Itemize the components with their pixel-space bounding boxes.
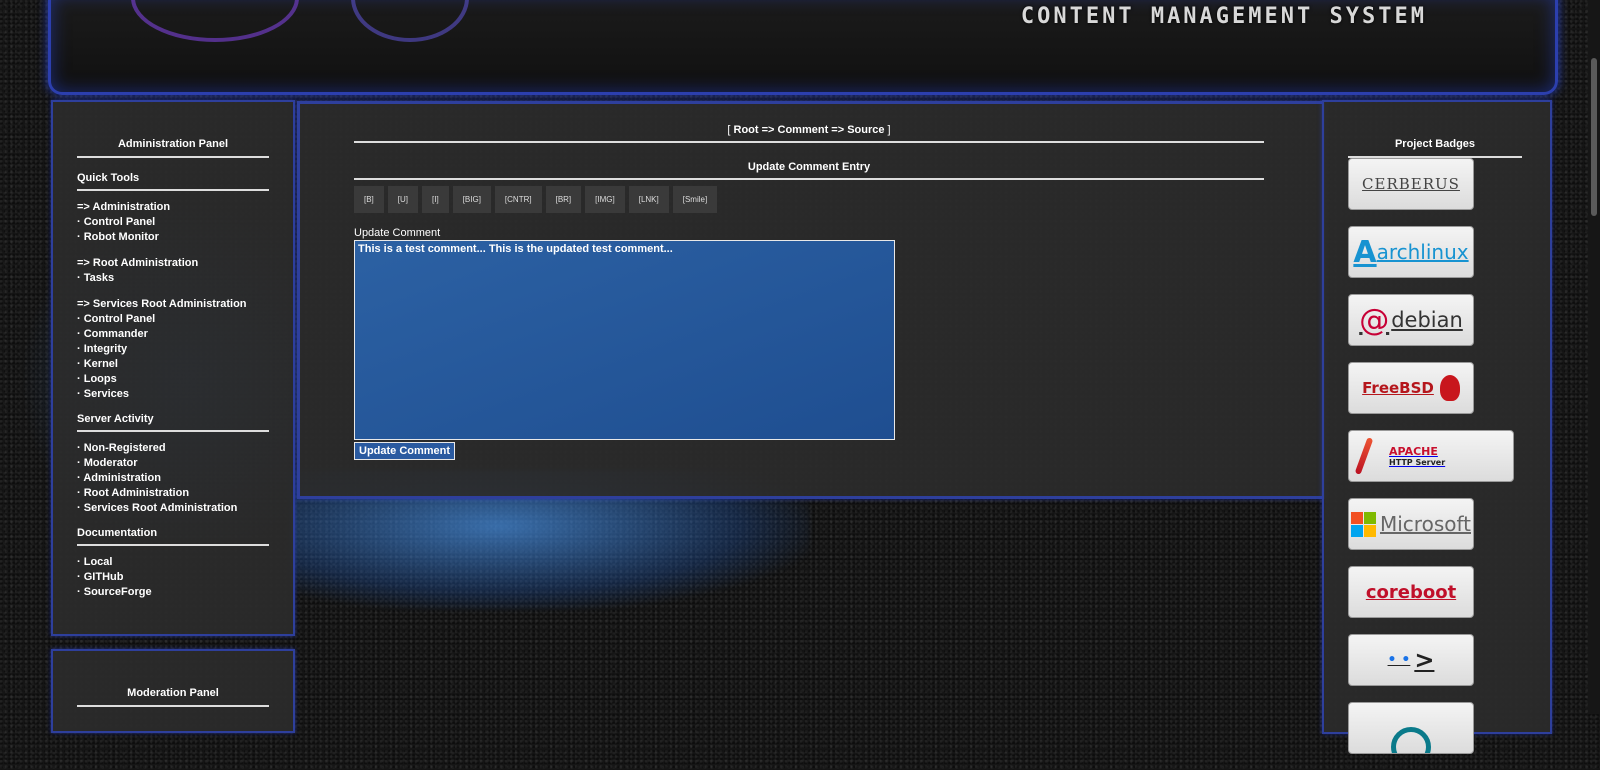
smile-button[interactable]: [Smile] <box>672 186 718 213</box>
link-services[interactable]: Services <box>77 387 269 402</box>
link-activity-administration[interactable]: Administration <box>77 471 269 486</box>
link-tasks[interactable]: Tasks <box>77 271 269 286</box>
link-robot-monitor[interactable]: Robot Monitor <box>77 230 269 245</box>
link-control-panel[interactable]: Control Panel <box>77 215 269 230</box>
debian-swirl-icon: @ <box>1359 302 1390 338</box>
cerberus-text: CERBERUS <box>1362 175 1460 193</box>
link-non-registered[interactable]: Non-Registered <box>77 441 269 456</box>
header-decoration <box>131 0 299 42</box>
link-kernel[interactable]: Kernel <box>77 357 269 372</box>
page-scrollbar[interactable] <box>1588 0 1600 714</box>
ring-logo-icon <box>1391 727 1431 753</box>
link-loops[interactable]: Loops <box>77 372 269 387</box>
link-services-root-administration[interactable]: => Services Root Administration <box>77 297 269 312</box>
cerberus-badge[interactable]: CERBERUS <box>1348 158 1474 210</box>
link-github[interactable]: GITHub <box>77 570 269 585</box>
center-button[interactable]: [CNTR] <box>494 186 542 213</box>
section-title: Update Comment Entry <box>354 161 1264 180</box>
badge-list: CERBERUS A archlinux @ debian FreeBSD AP… <box>1348 158 1514 770</box>
underline-button[interactable]: [U] <box>387 186 419 213</box>
panel-title: Administration Panel <box>77 138 269 158</box>
panel-title: Moderation Panel <box>77 687 269 707</box>
link-activity-root-administration[interactable]: Root Administration <box>77 486 269 501</box>
link-button[interactable]: [LNK] <box>628 186 669 213</box>
freebsd-badge[interactable]: FreeBSD <box>1348 362 1474 414</box>
chevron-badge[interactable]: • • > <box>1348 634 1474 686</box>
coreboot-text: coreboot <box>1365 581 1457 603</box>
archlinux-text: archlinux <box>1376 240 1469 264</box>
apache-subtext: HTTP Server <box>1389 458 1446 467</box>
archlinux-badge[interactable]: A archlinux <box>1348 226 1474 278</box>
server-activity-list: Non-Registered Moderator Administration … <box>77 441 269 516</box>
link-activity-services-root-administration[interactable]: Services Root Administration <box>77 501 269 516</box>
microsoft-text: Microsoft <box>1379 512 1471 536</box>
debian-text: debian <box>1391 308 1463 332</box>
quick-tools-group-services: => Services Root Administration Control … <box>77 297 269 402</box>
link-moderator[interactable]: Moderator <box>77 456 269 471</box>
moderation-panel: Moderation Panel <box>51 649 295 733</box>
administration-panel: Administration Panel Quick Tools => Admi… <box>51 100 295 636</box>
ring-logo-badge[interactable] <box>1348 702 1474 754</box>
bold-button[interactable]: [B] <box>354 186 384 213</box>
server-activity-heading: Server Activity <box>77 413 269 432</box>
project-badges-panel: Project Badges CERBERUS A archlinux @ de… <box>1322 100 1552 754</box>
documentation-list: Local GITHub SourceForge <box>77 555 269 600</box>
comment-field-label: Update Comment <box>354 227 441 239</box>
microsoft-badge[interactable]: Microsoft <box>1348 498 1474 550</box>
breadcrumb: [ Root => Comment => Source ] <box>354 124 1264 143</box>
header-decoration <box>351 0 469 42</box>
line-break-button[interactable]: [BR] <box>545 186 582 213</box>
italic-button[interactable]: [I] <box>422 186 449 213</box>
link-administration[interactable]: => Administration <box>77 200 269 215</box>
archlinux-logo-icon: A <box>1353 234 1377 270</box>
coreboot-badge[interactable]: coreboot <box>1348 566 1474 618</box>
chevron-right-icon: > <box>1414 646 1435 674</box>
big-button[interactable]: [BIG] <box>452 186 491 213</box>
dots-icon: • • <box>1387 652 1411 668</box>
link-integrity[interactable]: Integrity <box>77 342 269 357</box>
comment-textarea[interactable]: This is a test comment... This is the up… <box>354 240 895 440</box>
apache-feather-icon <box>1354 437 1374 475</box>
freebsd-daemon-icon <box>1439 375 1460 401</box>
documentation-heading: Documentation <box>77 527 269 546</box>
apache-text: APACHE <box>1389 445 1438 458</box>
breadcrumb-close: ] <box>887 124 891 136</box>
quick-tools-heading: Quick Tools <box>77 172 269 191</box>
image-button[interactable]: [IMG] <box>585 186 625 213</box>
freebsd-text: FreeBSD <box>1362 379 1434 397</box>
panel-title: Project Badges <box>1348 138 1522 158</box>
format-toolbar: [B] [U] [I] [BIG] [CNTR] [BR] [IMG] [LNK… <box>354 186 1264 213</box>
link-commander[interactable]: Commander <box>77 327 269 342</box>
main-content-panel: [ Root => Comment => Source ] Update Com… <box>297 101 1325 499</box>
debian-badge[interactable]: @ debian <box>1348 294 1474 346</box>
site-header: CONTENT MANAGEMENT SYSTEM <box>48 0 1558 95</box>
quick-tools-group-root: => Root Administration Tasks <box>77 256 269 286</box>
link-root-administration[interactable]: => Root Administration <box>77 256 269 271</box>
breadcrumb-path: Root => Comment => Source <box>733 124 885 136</box>
link-local[interactable]: Local <box>77 555 269 570</box>
apache-badge[interactable]: APACHE HTTP Server <box>1348 430 1514 482</box>
link-sourceforge[interactable]: SourceForge <box>77 585 269 600</box>
breadcrumb-open: [ <box>727 124 731 136</box>
quick-tools-group-administration: => Administration Control Panel Robot Mo… <box>77 200 269 245</box>
microsoft-logo-icon <box>1350 511 1376 537</box>
site-title: CONTENT MANAGEMENT SYSTEM <box>1020 4 1427 29</box>
update-comment-button[interactable]: Update Comment <box>354 442 456 460</box>
scrollbar-thumb[interactable] <box>1591 58 1597 216</box>
link-services-control-panel[interactable]: Control Panel <box>77 312 269 327</box>
